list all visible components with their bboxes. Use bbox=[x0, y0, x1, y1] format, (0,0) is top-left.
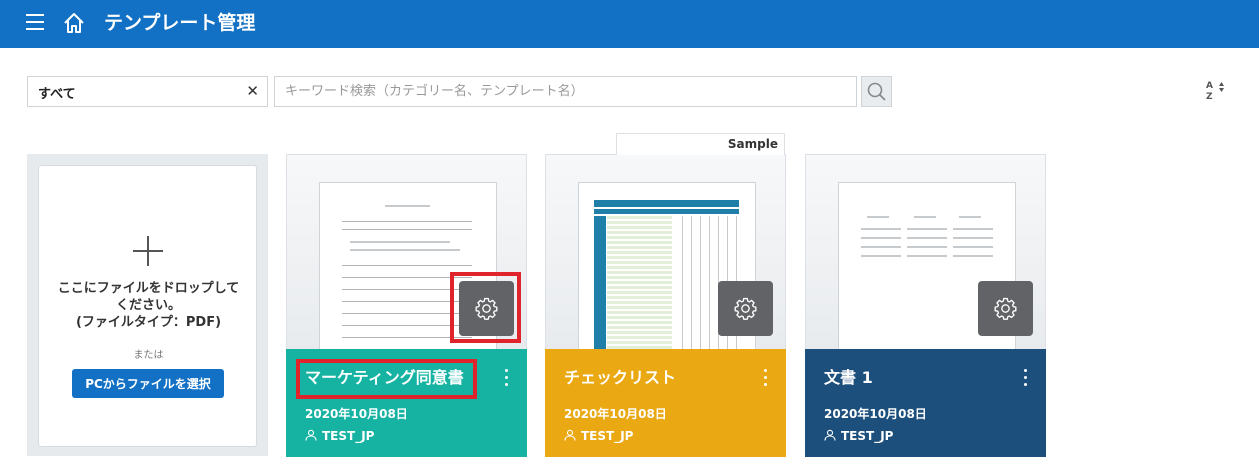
file-dropzone[interactable]: ここにファイルをドロップして ください。 (ファイルタイプ：PDF) または P… bbox=[38, 165, 257, 447]
search-button[interactable] bbox=[861, 76, 892, 107]
template-date: 2020年10月08日 bbox=[305, 407, 408, 421]
search-icon bbox=[867, 82, 886, 101]
settings-button[interactable] bbox=[718, 281, 773, 336]
template-card[interactable]: マーケティング同意書 2020年10月08日 TEST_JP bbox=[286, 154, 527, 457]
sample-tag: Sample bbox=[616, 133, 785, 155]
close-icon[interactable]: ✕ bbox=[246, 82, 259, 100]
svg-text:A: A bbox=[1206, 81, 1213, 91]
template-thumbnail[interactable] bbox=[546, 155, 785, 349]
card-footer: チェックリスト 2020年10月08日 TEST_JP bbox=[545, 349, 786, 457]
sample-label: Sample bbox=[727, 137, 778, 151]
user-icon bbox=[305, 429, 317, 441]
user-icon bbox=[564, 429, 576, 441]
top-bar: テンプレート管理 bbox=[0, 0, 1259, 48]
template-card[interactable]: 文書 1 2020年10月08日 TEST_JP bbox=[805, 154, 1046, 457]
gear-icon bbox=[994, 297, 1017, 320]
dropzone-or-text: または bbox=[133, 350, 164, 361]
category-filter-value: すべて bbox=[38, 87, 76, 102]
template-title: チェックリスト bbox=[564, 368, 677, 387]
highlight-box bbox=[296, 359, 477, 399]
template-thumbnail[interactable] bbox=[806, 155, 1045, 349]
more-options-icon[interactable] bbox=[1020, 369, 1030, 389]
owner-name: TEST_JP bbox=[581, 429, 634, 443]
template-date: 2020年10月08日 bbox=[564, 407, 667, 421]
svg-text:Z: Z bbox=[1206, 92, 1213, 102]
home-icon[interactable] bbox=[62, 11, 86, 35]
template-title: 文書 1 bbox=[824, 368, 873, 387]
template-date: 2020年10月08日 bbox=[824, 407, 927, 421]
card-footer: 文書 1 2020年10月08日 TEST_JP bbox=[805, 349, 1046, 457]
user-icon bbox=[824, 429, 836, 441]
select-file-button[interactable]: PCからファイルを選択 bbox=[72, 369, 224, 398]
highlight-box bbox=[450, 272, 521, 343]
sort-alpha-icon[interactable]: A Z bbox=[1203, 78, 1229, 104]
more-options-icon[interactable] bbox=[501, 369, 511, 389]
template-thumbnail[interactable] bbox=[287, 155, 526, 349]
template-owner: TEST_JP bbox=[824, 429, 893, 443]
category-filter[interactable]: すべて ✕ bbox=[27, 76, 268, 107]
hamburger-icon[interactable] bbox=[26, 14, 44, 30]
owner-name: TEST_JP bbox=[841, 429, 894, 443]
plus-icon bbox=[133, 236, 163, 266]
search-input[interactable] bbox=[274, 76, 857, 107]
template-card[interactable]: Sample チェックリスト 2020年10月08日 TEST_JP bbox=[545, 133, 786, 457]
dropzone-text: ここにファイルをドロップして ください。 (ファイルタイプ：PDF) bbox=[57, 281, 240, 330]
template-owner: TEST_JP bbox=[564, 429, 633, 443]
gear-icon bbox=[734, 297, 757, 320]
card-footer: マーケティング同意書 2020年10月08日 TEST_JP bbox=[286, 349, 527, 457]
page-title: テンプレート管理 bbox=[104, 12, 256, 34]
owner-name: TEST_JP bbox=[322, 429, 375, 443]
upload-card: ここにファイルをドロップして ください。 (ファイルタイプ：PDF) または P… bbox=[27, 154, 268, 456]
more-options-icon[interactable] bbox=[760, 369, 770, 389]
template-owner: TEST_JP bbox=[305, 429, 374, 443]
settings-button[interactable] bbox=[978, 281, 1033, 336]
